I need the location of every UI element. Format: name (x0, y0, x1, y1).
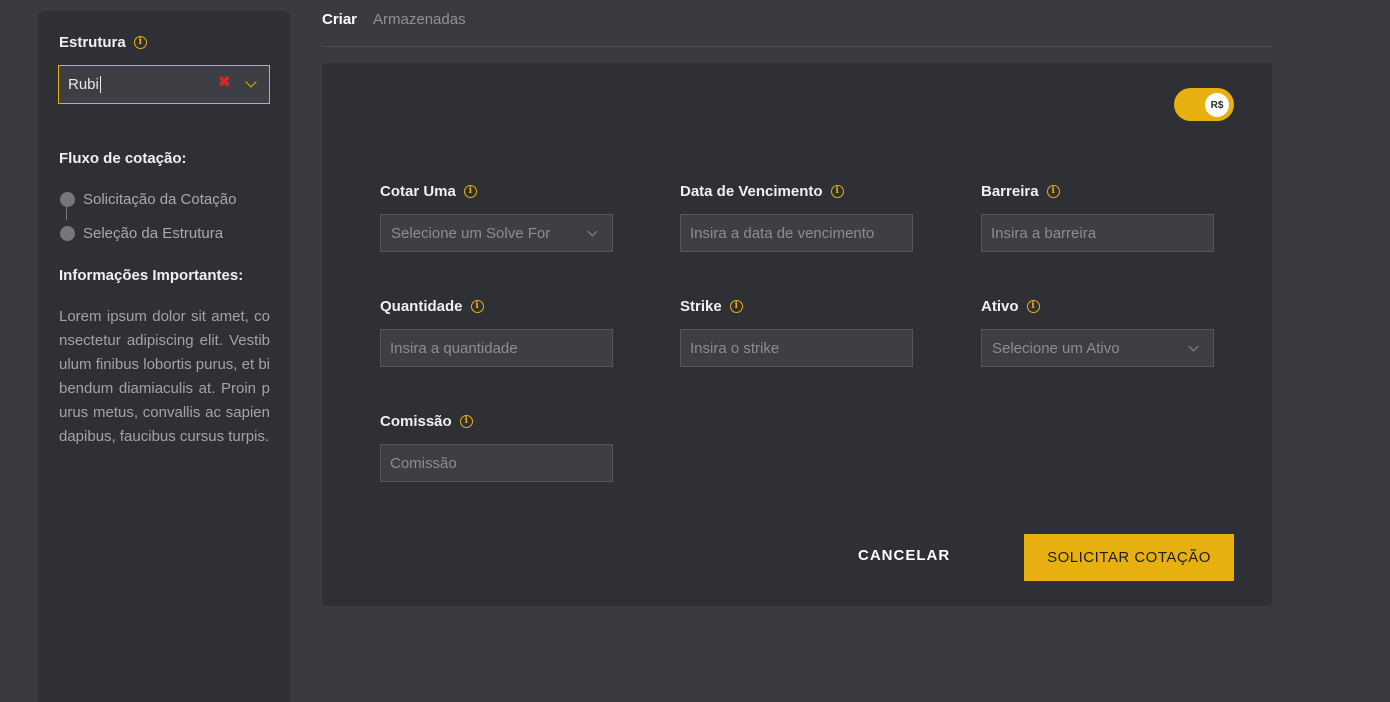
chevron-down-icon[interactable] (245, 76, 257, 88)
quantidade-label-row: Quantidade i (380, 298, 484, 315)
comissao-label: Comissão (380, 413, 452, 430)
flow-step-label: Seleção da Estrutura (83, 225, 224, 242)
request-quote-button[interactable]: SOLICITAR COTAÇÃO (1024, 534, 1234, 581)
cotar-uma-label: Cotar Uma (380, 183, 456, 200)
strike-label-row: Strike i (680, 298, 743, 315)
ativo-placeholder: Selecione um Ativo (992, 339, 1120, 357)
info-icon[interactable]: i (463, 185, 477, 198)
tab-divider (322, 46, 1272, 47)
ativo-label: Ativo (981, 298, 1019, 315)
quote-form-panel: R$ Cotar Uma i Selecione um Solve For Da… (322, 63, 1272, 606)
strike-label: Strike (680, 298, 722, 315)
structure-select-value[interactable]: Rubi (68, 76, 99, 93)
step-dot-icon (60, 226, 75, 241)
tab-bar: Criar Armazenadas (322, 11, 466, 28)
cancel-button[interactable]: CANCELAR (858, 547, 950, 564)
chevron-down-icon[interactable] (587, 226, 598, 237)
step-dot-icon (60, 192, 75, 207)
info-icon[interactable]: i (133, 36, 147, 49)
sidebar: Estrutura i Rubi ✖ Fluxo de cotação: Sol… (38, 11, 290, 702)
currency-toggle-knob[interactable]: R$ (1205, 93, 1229, 117)
data-vencimento-label: Data de Vencimento (680, 183, 823, 200)
structure-label: Estrutura (59, 34, 126, 51)
quantidade-input[interactable] (380, 329, 613, 367)
barreira-input[interactable] (981, 214, 1214, 252)
cotar-uma-label-row: Cotar Uma i (380, 183, 477, 200)
flow-step: Seleção da Estrutura (60, 225, 223, 242)
structure-select[interactable]: Rubi ✖ (58, 65, 270, 104)
data-vencimento-label-row: Data de Vencimento i (680, 183, 844, 200)
ativo-label-row: Ativo i (981, 298, 1040, 315)
cotar-uma-select[interactable]: Selecione um Solve For (380, 214, 613, 252)
chevron-down-icon[interactable] (1188, 341, 1199, 352)
clear-icon[interactable]: ✖ (218, 72, 231, 92)
info-icon[interactable]: i (729, 300, 743, 313)
info-icon[interactable]: i (1026, 300, 1040, 313)
important-text: Lorem ipsum dolor sit amet, consectetur … (59, 308, 270, 445)
info-icon[interactable]: i (1046, 185, 1060, 198)
flow-title: Fluxo de cotação: (59, 150, 187, 167)
structure-label-row: Estrutura i (59, 34, 147, 51)
cotar-uma-placeholder: Selecione um Solve For (391, 224, 551, 242)
comissao-input[interactable] (380, 444, 613, 482)
text-caret (99, 76, 101, 93)
flow-step-label: Solicitação da Cotação (83, 191, 237, 208)
strike-input[interactable] (680, 329, 913, 367)
currency-toggle[interactable]: R$ (1174, 88, 1234, 121)
ativo-select[interactable]: Selecione um Ativo (981, 329, 1214, 367)
info-icon[interactable]: i (459, 415, 473, 428)
barreira-label-row: Barreira i (981, 183, 1060, 200)
quantidade-label: Quantidade (380, 298, 463, 315)
barreira-label: Barreira (981, 183, 1039, 200)
tab-criar[interactable]: Criar (322, 11, 357, 28)
important-title: Informações Importantes: (59, 267, 244, 284)
info-icon[interactable]: i (470, 300, 484, 313)
info-icon[interactable]: i (830, 185, 844, 198)
step-connector (66, 206, 67, 220)
tab-armazenadas[interactable]: Armazenadas (373, 11, 466, 28)
data-vencimento-input[interactable] (680, 214, 913, 252)
comissao-label-row: Comissão i (380, 413, 473, 430)
flow-step: Solicitação da Cotação (60, 191, 236, 208)
